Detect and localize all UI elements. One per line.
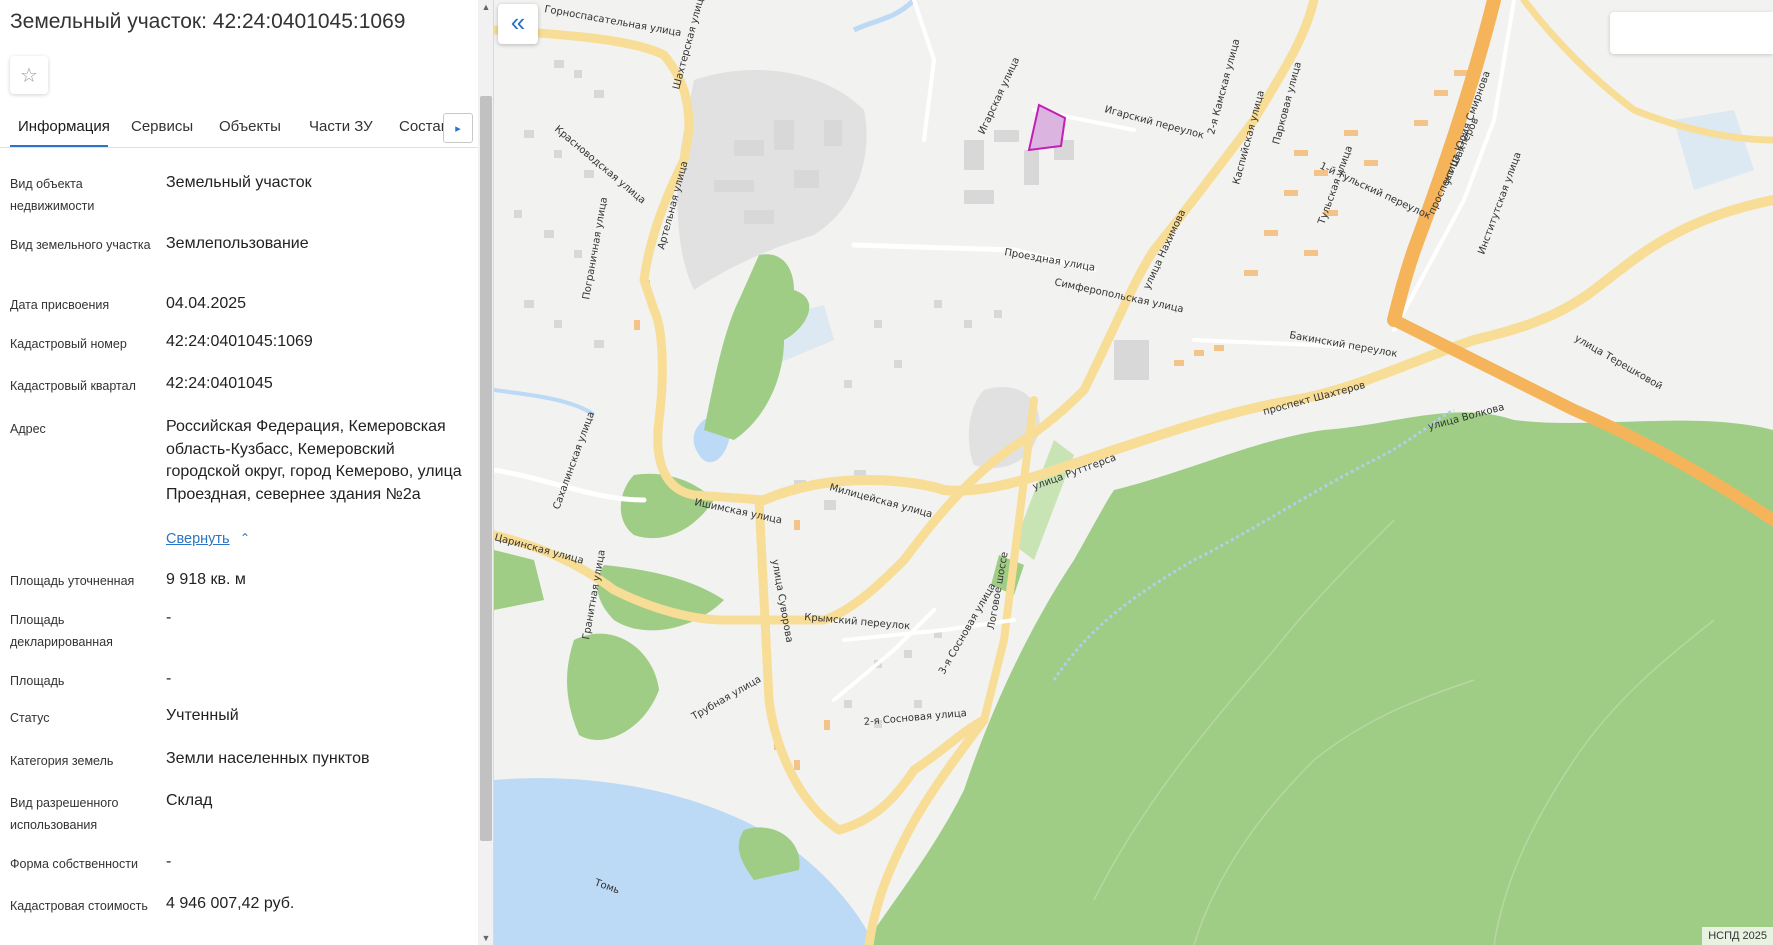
tabs-scroll-right-button[interactable]: ▸ [443,113,473,143]
double-chevron-left-icon: « [510,7,526,37]
forest-nw [494,550,544,610]
active-tab-indicator [10,145,108,147]
chevron-right-icon: ▸ [455,122,461,135]
favorite-star-button[interactable]: ☆ [10,56,48,94]
collapse-address-link[interactable]: Свернуть [166,531,230,547]
tab-services[interactable]: Сервисы [131,118,193,135]
street-label: Проездная улица [1003,247,1095,274]
label-cadastral-value: Кадастровая стоимость [10,899,148,913]
label-area: Площадь [10,674,65,688]
value-cadastral-number: 42:24:0401045:1069 [166,333,313,350]
map-view[interactable]: Горноспасательная улица Артельная улица … [494,0,1773,945]
value-permitted-use: Склад [166,792,213,809]
street-label: Институтская улица [1476,151,1523,256]
value-assign-date: 04.04.2025 [166,295,247,312]
water-ne [1674,110,1754,190]
street-label: улица Нахимова [1142,208,1189,291]
street-label: Крымский переулок [804,612,911,632]
value-parcel-type: Землепользование [166,235,309,252]
value-area-declared: - [166,609,172,626]
chevron-up-icon[interactable]: ⌃ [240,531,250,545]
label-assign-date: Дата присвоения [10,298,110,312]
river-tom [494,778,874,945]
value-land-category: Земли населенных пунктов [166,750,370,767]
label-land-category: Категория земель [10,754,114,768]
value-object-type: Земельный участок [166,174,312,191]
label-ownership-form: Форма собственности [10,857,138,871]
panel-title: Земельный участок: 42:24:0401045:1069 [10,10,406,33]
street-label: Игарский переулок [1103,104,1205,141]
value-ownership-form: - [166,853,172,870]
scroll-down-arrow-icon[interactable]: ▼ [478,931,493,945]
label-cadastral-block: Кадастровый квартал [10,379,136,393]
scroll-up-arrow-icon[interactable]: ▲ [478,0,493,14]
street-label: Парковая улица [1271,61,1304,146]
street-label: улица Терешковой [1573,333,1665,392]
label-address: Адрес [10,422,46,436]
tab-objects[interactable]: Объекты [219,118,281,135]
info-panel: Земельный участок: 42:24:0401045:1069 ☆ … [0,0,494,945]
forest-large [864,412,1773,945]
value-area: - [166,670,172,687]
value-address: Российская Федерация, Кемеровская област… [166,418,462,503]
street-label: Трубная улица [689,674,763,723]
value-area-specified: 9 918 кв. м [166,571,246,588]
panel-scrollbar[interactable]: ▲ ▼ [478,0,493,945]
star-icon: ☆ [20,64,38,87]
value-status: Учтенный [166,707,239,724]
tabs-bar: Информация Сервисы Объекты Части ЗУ Сост… [0,106,478,148]
label-status: Статус [10,711,50,725]
label-object-type: Вид объекта недвижимости [10,177,95,213]
label-cadastral-number: Кадастровый номер [10,337,127,351]
label-area-declared: Площадь декларированная [10,613,113,649]
street-label: улица Суворова [769,559,794,644]
label-area-specified: Площадь уточненная [10,574,135,588]
scrollbar-thumb[interactable] [480,96,492,841]
value-cadastral-block: 42:24:0401045 [166,375,273,392]
street-label: Шахтерская улица [671,0,707,91]
label-permitted-use: Вид разрешенного использования [10,796,119,832]
stream [494,388,596,417]
street-label: 2-я Камская улица [1206,38,1242,136]
street-label: Игарская улица [977,56,1022,137]
tab-composition[interactable]: Состав [399,118,449,135]
map-copyright: НСПД 2025 [1702,927,1773,945]
street-label: Красноводская улица [552,124,647,207]
map-canvas[interactable]: Горноспасательная улица Артельная улица … [494,0,1773,945]
tab-info[interactable]: Информация [18,118,110,135]
street-label: Пограничная улица [581,196,610,300]
forest-west-3 [567,633,659,740]
street-label: Сахалинская улица [551,410,597,511]
stream-north [852,0,916,33]
collapse-panel-button[interactable]: « [498,4,538,44]
label-parcel-type: Вид земельного участка [10,238,151,252]
map-search-box[interactable] [1610,12,1773,54]
value-cadastral-value: 4 946 007,42 руб. [166,895,295,912]
tab-parts[interactable]: Части ЗУ [309,118,373,135]
street-label: 2-я Сосновая улица [863,708,967,728]
